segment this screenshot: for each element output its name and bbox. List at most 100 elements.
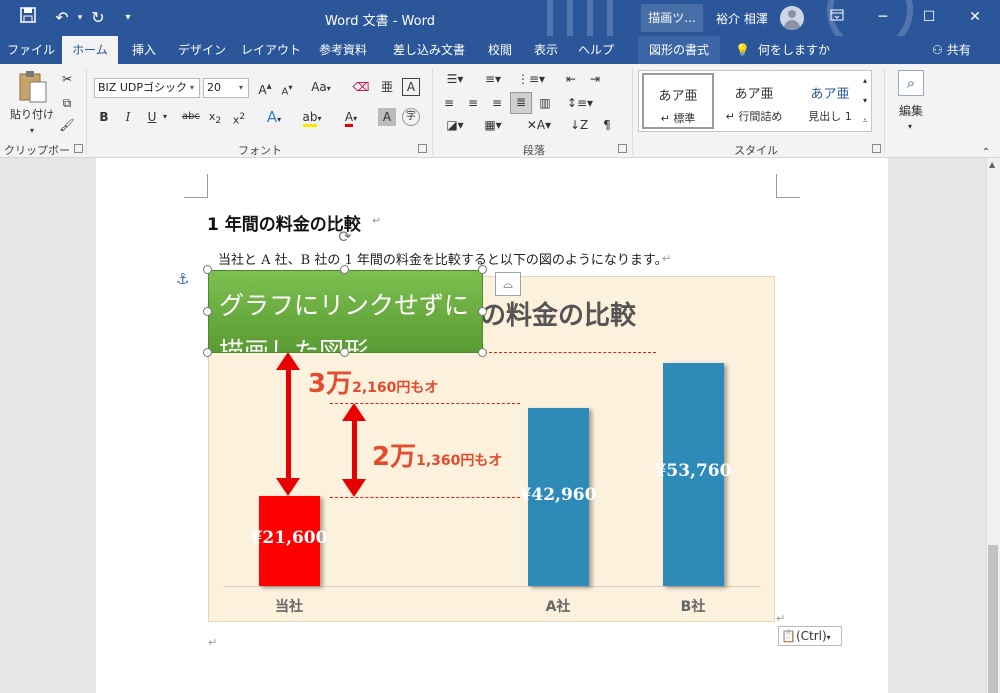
search-icon[interactable]: ⌕ <box>898 70 924 96</box>
text-shape[interactable]: グラフにリンクせずに描画した図形 <box>208 270 483 353</box>
scroll-up-icon[interactable]: ▲ <box>989 160 995 169</box>
user-name[interactable]: 裕介 相澤 <box>716 10 768 27</box>
subscript-icon[interactable]: x2 <box>206 108 224 130</box>
font-name-value: BIZ UDPゴシック <box>98 81 187 94</box>
copy-icon[interactable]: ⧉ <box>58 94 76 112</box>
resize-handle[interactable] <box>203 307 212 316</box>
styles-launcher-icon[interactable] <box>872 144 881 153</box>
font-size-combo[interactable]: 20 ▾ <box>203 78 249 98</box>
clear-formatting-icon[interactable]: ⌫ <box>352 78 370 96</box>
style-normal[interactable]: あア亜 ↵ 標準 <box>642 73 714 129</box>
resize-handle[interactable] <box>340 348 349 357</box>
sort-icon[interactable]: ↓Z <box>570 116 588 134</box>
tell-me-search[interactable]: 💡 何をしますか <box>735 36 830 64</box>
strikethrough-icon[interactable]: abc <box>180 108 202 126</box>
maximize-icon[interactable]: ☐ <box>906 0 952 34</box>
close-icon[interactable]: ✕ <box>952 0 998 34</box>
paste-options-button[interactable]: 📋(Ctrl)▾ <box>778 626 842 646</box>
group-divider <box>632 68 633 154</box>
change-case-button[interactable]: Aa▾ <box>306 78 336 98</box>
highlight-icon[interactable]: ab▾ <box>298 108 326 128</box>
character-shading-icon[interactable]: A <box>378 108 396 126</box>
align-right-icon[interactable]: ≡ <box>488 94 506 112</box>
tab-review[interactable]: 校閲 <box>480 36 520 64</box>
avatar[interactable] <box>780 6 804 30</box>
increase-indent-icon[interactable]: ⇥ <box>586 70 604 88</box>
body-paragraph[interactable]: 当社と A 社、B 社の 1 年間の料金を比較すると以下の図のようになります。 <box>218 249 668 268</box>
style-heading-1[interactable]: あア亜 見出し 1 <box>794 73 866 129</box>
share-button[interactable]: ⚇ 共有 <box>932 36 971 64</box>
cut-icon[interactable]: ✂ <box>58 70 76 88</box>
resize-handle[interactable] <box>203 265 212 274</box>
format-painter-icon[interactable]: 🖌 <box>58 116 76 134</box>
line-spacing-icon[interactable]: ↕≡▾ <box>566 94 594 112</box>
editing-dropdown-icon[interactable]: ▾ <box>904 118 916 136</box>
chevron-down-icon[interactable]: ▾ <box>234 79 248 97</box>
resize-handle[interactable] <box>340 265 349 274</box>
shape-text[interactable]: グラフにリンクせずに描画した図形 <box>219 283 481 352</box>
italic-icon[interactable]: I <box>120 108 136 126</box>
resize-handle[interactable] <box>203 348 212 357</box>
layout-options-icon[interactable]: ⌓ <box>495 272 521 296</box>
text-effects-icon[interactable]: A▾ <box>262 108 286 129</box>
enclosed-character-icon[interactable]: 字 <box>402 108 420 126</box>
tab-layout[interactable]: レイアウト <box>238 36 304 64</box>
justify-icon[interactable]: ≣ <box>510 92 532 114</box>
decrease-indent-icon[interactable]: ⇤ <box>562 70 580 88</box>
show-marks-icon[interactable]: ¶ <box>598 116 616 134</box>
clipboard-launcher-icon[interactable] <box>74 144 83 153</box>
font-name-combo[interactable]: BIZ UDPゴシック ▾ <box>94 78 200 98</box>
rotate-handle-icon[interactable]: ⟳ <box>336 228 354 246</box>
underline-icon[interactable]: U <box>144 108 160 126</box>
align-left-icon[interactable]: ≡ <box>440 94 458 112</box>
chevron-down-icon: ▾ <box>826 633 831 642</box>
resize-handle[interactable] <box>478 348 487 357</box>
superscript-icon[interactable]: x2 <box>230 108 248 130</box>
tab-file[interactable]: ファイル <box>4 36 58 64</box>
styles-more-icon[interactable]: ⩡ <box>858 112 872 130</box>
resize-handle[interactable] <box>478 307 487 316</box>
distributed-icon[interactable]: ▥ <box>536 94 554 112</box>
anchor-icon: ⚓ <box>176 270 190 288</box>
styles-scroll-down-icon[interactable]: ▾ <box>858 92 872 110</box>
shrink-font-icon[interactable]: A▾ <box>278 78 296 101</box>
borders-icon[interactable]: ▦▾ <box>478 116 508 134</box>
align-center-icon[interactable]: ≡ <box>464 94 482 112</box>
phonetic-guide-icon[interactable]: 亜 <box>378 78 396 96</box>
bullets-icon[interactable]: ☰▾ <box>440 70 470 88</box>
tab-insert[interactable]: 挿入 <box>122 36 166 64</box>
tab-shape-format[interactable]: 図形の書式 <box>638 36 720 64</box>
ribbon-tabs: ファイル ホーム 挿入 デザイン レイアウト 参考資料 差し込み文書 校閲 表示… <box>0 36 1000 64</box>
numbering-icon[interactable]: ≡▾ <box>478 70 508 88</box>
style-name: 見出し 1 <box>808 110 852 123</box>
shading-icon[interactable]: ◪▾ <box>440 116 470 134</box>
style-no-spacing[interactable]: あア亜 ↵ 行間詰め <box>718 73 790 129</box>
multilevel-list-icon[interactable]: ⋮≡▾ <box>516 70 546 88</box>
scroll-thumb[interactable] <box>988 545 998 693</box>
tab-references[interactable]: 参考資料 <box>310 36 376 64</box>
font-color-icon[interactable]: A▾ <box>338 108 364 128</box>
paste-dropdown-icon[interactable]: ▾ <box>26 122 38 140</box>
title-bar: ↶ ▾ ↻ ▾ Word 文書 - Word 描画ツ... 裕介 相澤 ─ ☐ … <box>0 0 1000 36</box>
tab-home[interactable]: ホーム <box>62 36 118 64</box>
tab-mailings[interactable]: 差し込み文書 <box>382 36 476 64</box>
bar-value-label: ¥42,960 <box>519 485 597 505</box>
paragraph-launcher-icon[interactable] <box>618 144 627 153</box>
styles-scroll-up-icon[interactable]: ▴ <box>858 72 872 90</box>
bar-value-label: ¥53,760 <box>654 461 732 481</box>
tab-view[interactable]: 表示 <box>526 36 566 64</box>
chevron-down-icon[interactable]: ▾ <box>185 79 199 97</box>
font-launcher-icon[interactable] <box>418 144 427 153</box>
underline-dropdown-icon[interactable]: ▾ <box>160 108 170 126</box>
grow-font-icon[interactable]: A▴ <box>256 78 274 99</box>
arrow-head-down <box>342 479 366 497</box>
minimize-icon[interactable]: ─ <box>860 0 906 34</box>
tab-help[interactable]: ヘルプ <box>572 36 620 64</box>
bold-icon[interactable]: B <box>96 108 112 126</box>
resize-handle[interactable] <box>478 265 487 274</box>
tab-design[interactable]: デザイン <box>172 36 232 64</box>
paste-icon[interactable] <box>14 70 50 108</box>
character-border-icon[interactable]: A <box>402 78 420 96</box>
ribbon-display-options-icon[interactable] <box>814 0 860 34</box>
asian-layout-icon[interactable]: ✕A▾ <box>524 116 554 134</box>
